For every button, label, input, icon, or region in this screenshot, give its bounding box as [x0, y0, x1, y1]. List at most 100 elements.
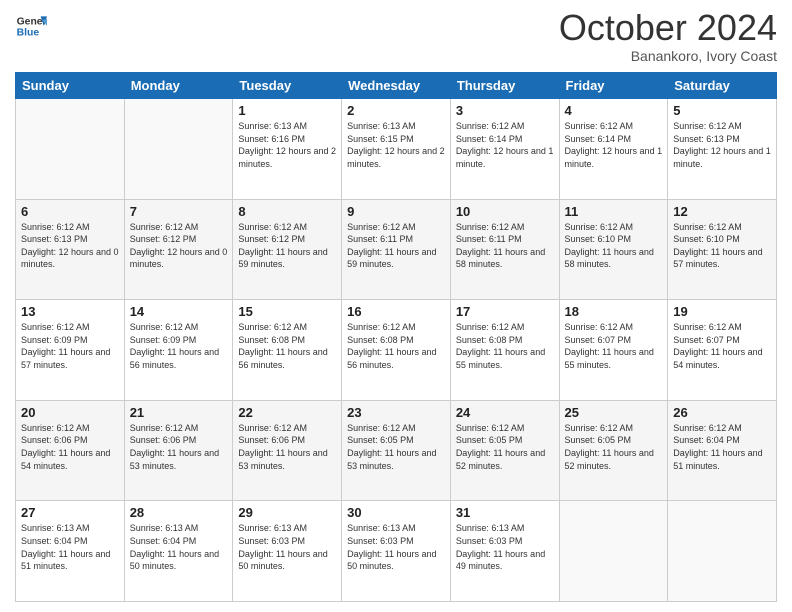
- day-number: 7: [130, 204, 228, 219]
- calendar-cell: 6Sunrise: 6:12 AM Sunset: 6:13 PM Daylig…: [16, 199, 125, 300]
- calendar-cell: 20 Sunrise: 6:12 AM Sunset: 6:06 PM Dayli…: [16, 400, 125, 501]
- day-info: Sunrise: 6:12 AM Sunset: 6:05 PM Dayligh…: [456, 422, 554, 472]
- calendar-week-3: 20 Sunrise: 6:12 AM Sunset: 6:06 PM Dayli…: [16, 400, 777, 501]
- logo: General Blue: [15, 10, 47, 42]
- day-number: 18: [565, 304, 663, 319]
- calendar-cell: 7 Sunrise: 6:12 AM Sunset: 6:12 PM Daylig…: [124, 199, 233, 300]
- calendar-cell: 14Sunrise: 6:12 AM Sunset: 6:09 PM Dayli…: [124, 300, 233, 401]
- day-number: 20: [21, 405, 119, 420]
- calendar-cell: 23 Sunrise: 6:12 AM Sunset: 6:05 PM Dayli…: [342, 400, 451, 501]
- day-number: 4: [565, 103, 663, 118]
- day-number: 21: [130, 405, 228, 420]
- day-info: Sunrise: 6:12 AM Sunset: 6:10 PM Dayligh…: [673, 221, 771, 271]
- calendar-cell: 25 Sunrise: 6:12 AM Sunset: 6:05 PM Dayli…: [559, 400, 668, 501]
- day-number: 6: [21, 204, 119, 219]
- page: General Blue October 2024 Banankoro, Ivo…: [0, 0, 792, 612]
- calendar-cell: 15Sunrise: 6:12 AM Sunset: 6:08 PM Dayli…: [233, 300, 342, 401]
- day-number: 13: [21, 304, 119, 319]
- day-number: 30: [347, 505, 445, 520]
- calendar-cell: [16, 99, 125, 200]
- day-number: 9: [347, 204, 445, 219]
- svg-text:Blue: Blue: [17, 28, 40, 39]
- day-info: Sunrise: 6:13 AM Sunset: 6:04 PM Dayligh…: [21, 522, 119, 572]
- calendar-cell: 10 Sunrise: 6:12 AM Sunset: 6:11 PM Dayli…: [450, 199, 559, 300]
- calendar-cell: 1 Sunrise: 6:13 AM Sunset: 6:16 PM Daylig…: [233, 99, 342, 200]
- day-info: Sunrise: 6:13 AM Sunset: 6:03 PM Dayligh…: [456, 522, 554, 572]
- calendar-cell: 21Sunrise: 6:12 AM Sunset: 6:06 PM Dayli…: [124, 400, 233, 501]
- day-number: 3: [456, 103, 554, 118]
- calendar-cell: [559, 501, 668, 602]
- day-info: Sunrise: 6:12 AM Sunset: 6:08 PM Dayligh…: [238, 321, 336, 371]
- calendar-cell: 4 Sunrise: 6:12 AM Sunset: 6:14 PM Daylig…: [559, 99, 668, 200]
- calendar-table: Sunday Monday Tuesday Wednesday Thursday…: [15, 72, 777, 602]
- calendar-cell: 2Sunrise: 6:13 AM Sunset: 6:15 PM Daylig…: [342, 99, 451, 200]
- day-info: Sunrise: 6:12 AM Sunset: 6:06 PM Dayligh…: [21, 422, 119, 472]
- day-number: 31: [456, 505, 554, 520]
- day-number: 27: [21, 505, 119, 520]
- day-info: Sunrise: 6:12 AM Sunset: 6:14 PM Dayligh…: [565, 120, 663, 170]
- day-info: Sunrise: 6:12 AM Sunset: 6:05 PM Dayligh…: [347, 422, 445, 472]
- day-info: Sunrise: 6:12 AM Sunset: 6:09 PM Dayligh…: [21, 321, 119, 371]
- day-info: Sunrise: 6:12 AM Sunset: 6:12 PM Dayligh…: [238, 221, 336, 271]
- day-number: 2: [347, 103, 445, 118]
- day-number: 23: [347, 405, 445, 420]
- month-title: October 2024: [559, 10, 777, 46]
- col-tuesday: Tuesday: [233, 73, 342, 99]
- header-row: Sunday Monday Tuesday Wednesday Thursday…: [16, 73, 777, 99]
- day-info: Sunrise: 6:12 AM Sunset: 6:04 PM Dayligh…: [673, 422, 771, 472]
- calendar-cell: 31 Sunrise: 6:13 AM Sunset: 6:03 PM Dayli…: [450, 501, 559, 602]
- calendar-week-2: 13 Sunrise: 6:12 AM Sunset: 6:09 PM Dayli…: [16, 300, 777, 401]
- calendar-cell: 8Sunrise: 6:12 AM Sunset: 6:12 PM Daylig…: [233, 199, 342, 300]
- day-info: Sunrise: 6:12 AM Sunset: 6:10 PM Dayligh…: [565, 221, 663, 271]
- day-info: Sunrise: 6:12 AM Sunset: 6:07 PM Dayligh…: [673, 321, 771, 371]
- calendar-cell: 18 Sunrise: 6:12 AM Sunset: 6:07 PM Dayli…: [559, 300, 668, 401]
- col-wednesday: Wednesday: [342, 73, 451, 99]
- day-number: 17: [456, 304, 554, 319]
- calendar-cell: 11Sunrise: 6:12 AM Sunset: 6:10 PM Dayli…: [559, 199, 668, 300]
- day-info: Sunrise: 6:12 AM Sunset: 6:09 PM Dayligh…: [130, 321, 228, 371]
- day-info: Sunrise: 6:13 AM Sunset: 6:03 PM Dayligh…: [347, 522, 445, 572]
- day-info: Sunrise: 6:12 AM Sunset: 6:12 PM Dayligh…: [130, 221, 228, 271]
- logo-icon: General Blue: [15, 10, 47, 42]
- day-info: Sunrise: 6:12 AM Sunset: 6:08 PM Dayligh…: [347, 321, 445, 371]
- day-info: Sunrise: 6:12 AM Sunset: 6:13 PM Dayligh…: [673, 120, 771, 170]
- calendar-cell: 28 Sunrise: 6:13 AM Sunset: 6:04 PM Dayli…: [124, 501, 233, 602]
- day-info: Sunrise: 6:12 AM Sunset: 6:06 PM Dayligh…: [238, 422, 336, 472]
- day-info: Sunrise: 6:12 AM Sunset: 6:14 PM Dayligh…: [456, 120, 554, 170]
- calendar-cell: [668, 501, 777, 602]
- calendar-cell: 26 Sunrise: 6:12 AM Sunset: 6:04 PM Dayli…: [668, 400, 777, 501]
- day-info: Sunrise: 6:12 AM Sunset: 6:08 PM Dayligh…: [456, 321, 554, 371]
- calendar-week-0: 1 Sunrise: 6:13 AM Sunset: 6:16 PM Daylig…: [16, 99, 777, 200]
- calendar-cell: [124, 99, 233, 200]
- calendar-cell: 13 Sunrise: 6:12 AM Sunset: 6:09 PM Dayli…: [16, 300, 125, 401]
- calendar-cell: 12 Sunrise: 6:12 AM Sunset: 6:10 PM Dayli…: [668, 199, 777, 300]
- day-number: 19: [673, 304, 771, 319]
- location-subtitle: Banankoro, Ivory Coast: [559, 48, 777, 64]
- day-number: 25: [565, 405, 663, 420]
- calendar-cell: 9Sunrise: 6:12 AM Sunset: 6:11 PM Daylig…: [342, 199, 451, 300]
- day-number: 24: [456, 405, 554, 420]
- day-info: Sunrise: 6:12 AM Sunset: 6:05 PM Dayligh…: [565, 422, 663, 472]
- day-info: Sunrise: 6:13 AM Sunset: 6:16 PM Dayligh…: [238, 120, 336, 170]
- day-info: Sunrise: 6:13 AM Sunset: 6:04 PM Dayligh…: [130, 522, 228, 572]
- col-sunday: Sunday: [16, 73, 125, 99]
- calendar-cell: 27 Sunrise: 6:13 AM Sunset: 6:04 PM Dayli…: [16, 501, 125, 602]
- day-number: 28: [130, 505, 228, 520]
- day-number: 12: [673, 204, 771, 219]
- day-info: Sunrise: 6:12 AM Sunset: 6:11 PM Dayligh…: [456, 221, 554, 271]
- calendar-cell: 22Sunrise: 6:12 AM Sunset: 6:06 PM Dayli…: [233, 400, 342, 501]
- day-number: 16: [347, 304, 445, 319]
- day-info: Sunrise: 6:12 AM Sunset: 6:07 PM Dayligh…: [565, 321, 663, 371]
- calendar-cell: 19 Sunrise: 6:12 AM Sunset: 6:07 PM Dayli…: [668, 300, 777, 401]
- col-friday: Friday: [559, 73, 668, 99]
- day-info: Sunrise: 6:13 AM Sunset: 6:03 PM Dayligh…: [238, 522, 336, 572]
- col-monday: Monday: [124, 73, 233, 99]
- calendar-cell: 3 Sunrise: 6:12 AM Sunset: 6:14 PM Daylig…: [450, 99, 559, 200]
- day-number: 26: [673, 405, 771, 420]
- calendar-cell: 16 Sunrise: 6:12 AM Sunset: 6:08 PM Dayli…: [342, 300, 451, 401]
- calendar-cell: 30 Sunrise: 6:13 AM Sunset: 6:03 PM Dayli…: [342, 501, 451, 602]
- day-number: 10: [456, 204, 554, 219]
- day-number: 1: [238, 103, 336, 118]
- day-number: 5: [673, 103, 771, 118]
- calendar-cell: 17 Sunrise: 6:12 AM Sunset: 6:08 PM Dayli…: [450, 300, 559, 401]
